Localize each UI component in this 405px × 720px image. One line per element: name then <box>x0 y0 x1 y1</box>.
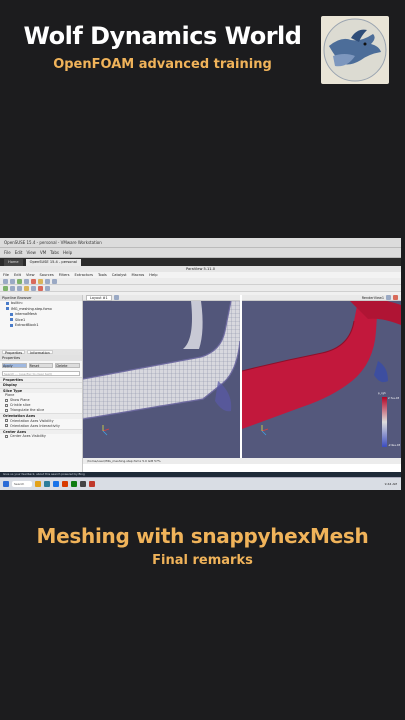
maximize-icon[interactable] <box>386 295 391 300</box>
clock: 9:44 AM <box>384 482 397 486</box>
vm-menu-edit[interactable]: Edit <box>15 250 23 255</box>
threshold-icon[interactable] <box>31 285 36 291</box>
colorbar-min: -2.9e+03 <box>388 444 401 447</box>
orientation-axes <box>102 425 110 436</box>
windows-taskbar: Search 9:44 AM <box>0 477 401 490</box>
mesh-surface-view[interactable]: p_rgh 2.7e+03 -2.9e+03 <box>242 301 401 458</box>
mesh-wireframe-view[interactable] <box>83 301 240 458</box>
render-view-label: RenderView1 <box>361 295 384 300</box>
slice-icon[interactable] <box>17 285 22 291</box>
wolf-dynamics-logo <box>321 16 389 84</box>
eye-icon <box>10 318 13 321</box>
properties-search-input[interactable]: Search ... (use Esc to clear text) <box>2 370 80 376</box>
pv-menu-extractors[interactable]: Extractors <box>75 273 93 277</box>
vm-menu-file[interactable]: File <box>4 250 11 255</box>
render-views: Layout #1 RenderView1 p_rgh 2.7e+03 -2.9… <box>83 294 401 475</box>
axes-icon[interactable] <box>52 278 57 284</box>
stop-icon[interactable] <box>31 278 36 284</box>
checkbox[interactable] <box>5 419 8 422</box>
checkbox[interactable] <box>5 403 8 407</box>
eye-icon <box>10 312 13 316</box>
pv-menu-file[interactable]: File <box>3 273 9 277</box>
pv-menu-filters[interactable]: Filters <box>59 273 70 277</box>
eye-icon <box>6 307 9 310</box>
close-icon[interactable] <box>393 295 398 300</box>
mail-icon[interactable] <box>53 481 59 487</box>
split-icon[interactable] <box>113 295 119 300</box>
video-subtitle: Final remarks <box>152 553 253 568</box>
vm-tab-home[interactable]: Home <box>4 258 23 266</box>
glyph-icon[interactable] <box>24 285 29 291</box>
vm-menu-help[interactable]: Help <box>63 250 72 255</box>
pv-menu-help[interactable]: Help <box>149 273 157 277</box>
layout-tab[interactable]: Layout #1 <box>86 294 112 301</box>
reset-button[interactable]: Reset <box>28 362 54 368</box>
pv-menu-catalyst[interactable]: Catalyst <box>112 273 127 277</box>
pv-menu-tools[interactable]: Tools <box>98 273 107 277</box>
delete-button[interactable]: Delete <box>55 362 81 368</box>
clip-icon[interactable] <box>10 285 15 291</box>
tab-properties[interactable]: Properties <box>2 349 26 355</box>
vm-title-bar: OpenSUSE 15.4 - personal - VMware Workst… <box>0 238 401 248</box>
vm-tab-strip: Home OpenSUSE 15.4 - personal <box>0 258 401 266</box>
colorbar-max: 2.7e+03 <box>388 397 400 400</box>
pv-menu-macros[interactable]: Macros <box>132 273 145 277</box>
file-explorer-icon[interactable] <box>35 481 41 487</box>
vm-menu-bar: File Edit View VM Tabs Help <box>0 248 401 258</box>
channel-title: Wolf Dynamics World <box>23 22 302 50</box>
checkbox[interactable] <box>5 434 8 438</box>
windows-start-icon[interactable] <box>3 481 9 487</box>
camera-icon[interactable] <box>38 278 43 284</box>
edge-icon[interactable] <box>44 481 50 487</box>
checkbox[interactable] <box>5 424 8 427</box>
reset-camera-icon[interactable] <box>45 278 50 284</box>
pv-menu-sources[interactable]: Sources <box>40 273 54 277</box>
video-title: Meshing with snappyhexMesh <box>36 524 369 548</box>
play-icon[interactable] <box>17 278 22 284</box>
channel-subtitle: OpenFOAM advanced training <box>53 57 272 72</box>
excel-icon[interactable] <box>71 481 77 487</box>
orientation-axes <box>261 425 269 436</box>
property-row[interactable]: Center Axes Visibility <box>0 434 82 439</box>
vm-tab-opensuse[interactable]: OpenSUSE 15.4 - personal <box>25 258 81 266</box>
app-icon[interactable] <box>89 481 95 487</box>
step-icon[interactable] <box>24 278 29 284</box>
calculator-icon[interactable] <box>45 285 50 291</box>
apply-button[interactable]: Apply <box>2 362 27 368</box>
filter-icon[interactable] <box>3 285 8 291</box>
pv-menu-view[interactable]: View <box>26 273 35 277</box>
colorbar-label: p_rgh <box>378 391 386 395</box>
vm-window-title: OpenSUSE 15.4 - personal - VMware Workst… <box>4 240 102 245</box>
office-icon[interactable] <box>62 481 68 487</box>
checkbox[interactable] <box>5 408 8 412</box>
paraview-body: Pipeline Browser builtin: IMG_meshing.st… <box>0 294 401 475</box>
source-icon <box>6 301 9 305</box>
eye-icon <box>10 323 13 327</box>
vmware-icon[interactable] <box>80 481 86 487</box>
contour-icon[interactable] <box>38 285 43 291</box>
open-icon[interactable] <box>3 278 8 284</box>
tab-information[interactable]: Information <box>27 349 53 355</box>
status-bar: /home/user/IMG_meshing.step.fomx 5.0 GiB… <box>83 458 401 464</box>
paraview-toolbar-2 <box>0 285 401 292</box>
apply-row: Apply Reset Delete <box>0 361 82 370</box>
taskbar-search[interactable]: Search <box>12 481 32 487</box>
paraview-toolbar-1 <box>0 278 401 285</box>
vm-menu-vm[interactable]: VM <box>40 250 46 255</box>
pv-menu-edit[interactable]: Edit <box>14 273 21 277</box>
vm-menu-view[interactable]: View <box>26 250 36 255</box>
left-panel: Pipeline Browser builtin: IMG_meshing.st… <box>0 295 83 475</box>
colorbar <box>382 397 387 447</box>
save-icon[interactable] <box>10 278 15 284</box>
vm-menu-tabs[interactable]: Tabs <box>50 250 59 255</box>
vmware-screenshot: OpenSUSE 15.4 - personal - VMware Workst… <box>0 238 401 490</box>
checkbox[interactable] <box>5 398 8 402</box>
